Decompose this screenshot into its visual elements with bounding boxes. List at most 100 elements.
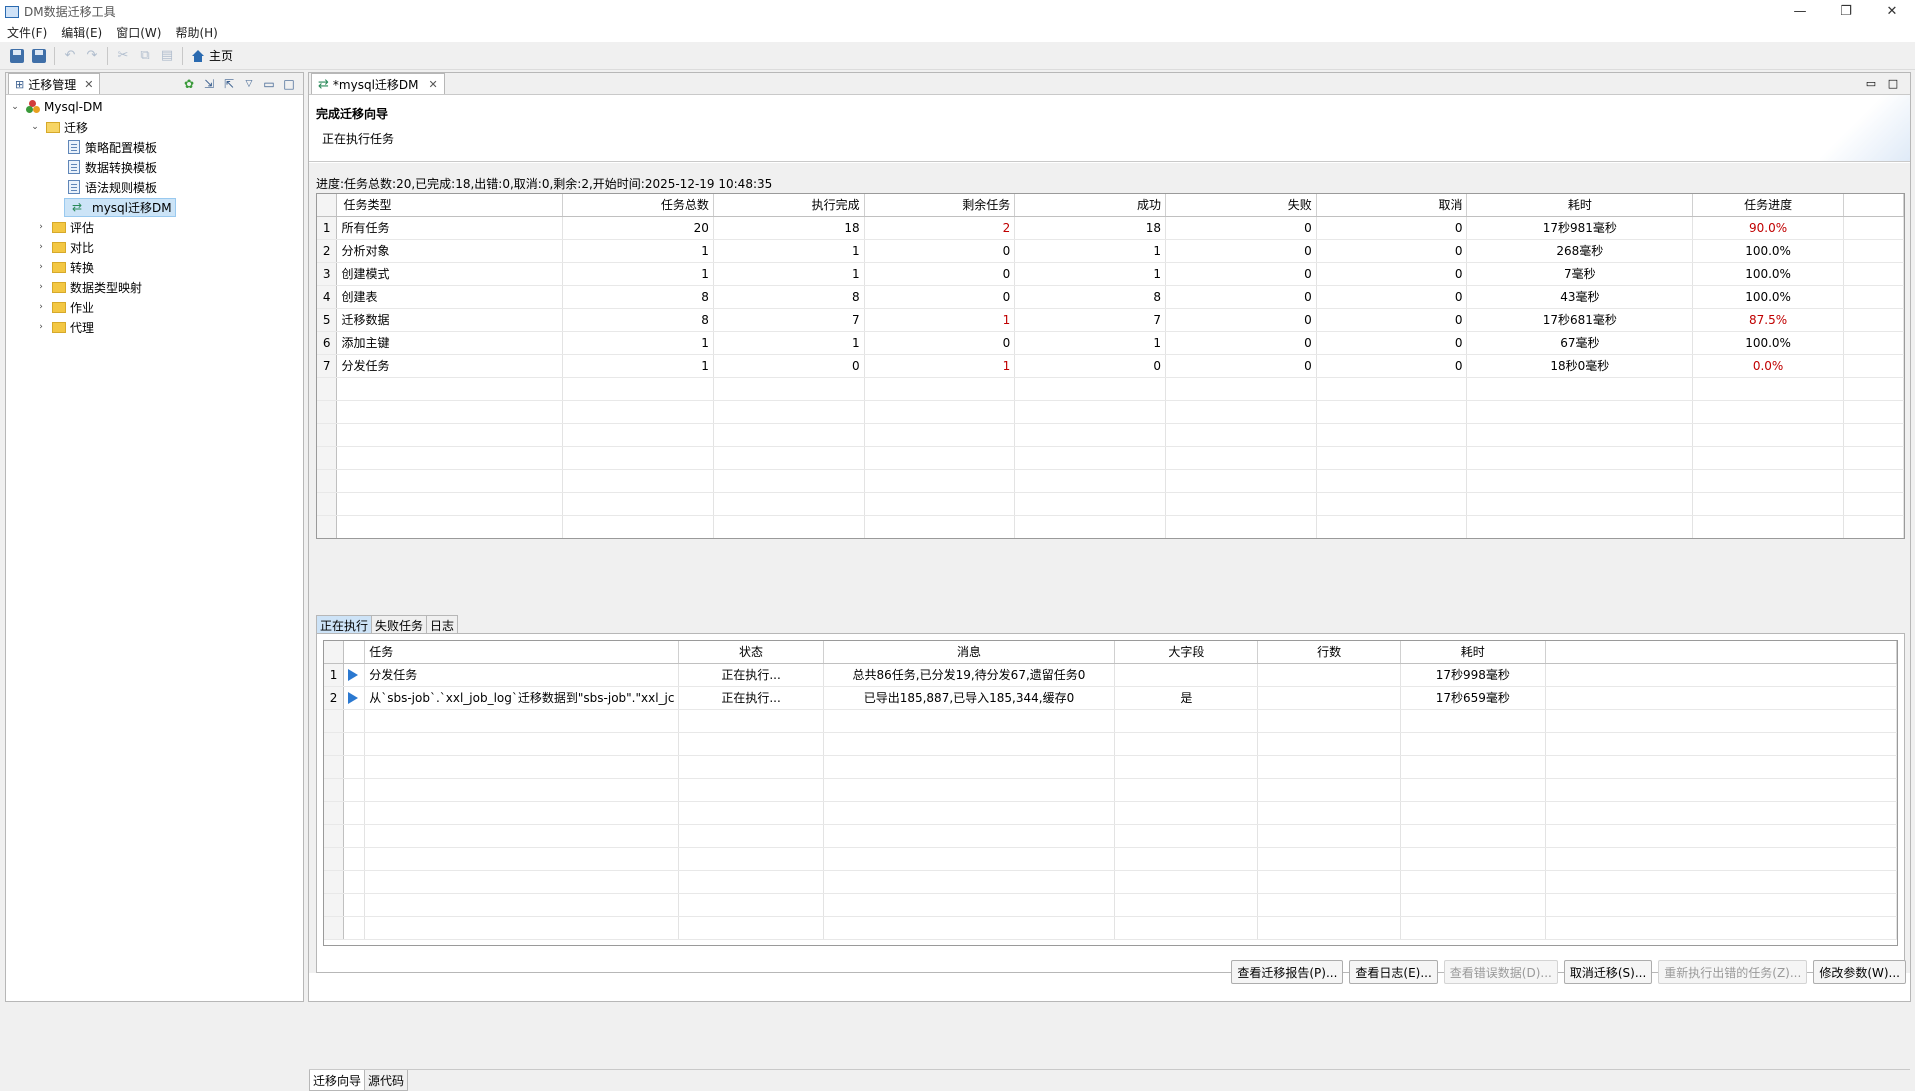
view-log-button[interactable]: 查看日志(E)... xyxy=(1349,960,1438,984)
empty-row xyxy=(324,824,1897,848)
menu-help[interactable]: 帮助(H) xyxy=(168,24,224,41)
new-project-icon[interactable]: ✿ xyxy=(179,75,199,93)
tree-node-jobs[interactable]: › 作业 xyxy=(6,297,303,317)
cancel-migration-button[interactable]: 取消迁移(S)... xyxy=(1563,960,1653,984)
column-header[interactable]: 执行完成 xyxy=(713,194,865,217)
paste-button[interactable]: ▤ xyxy=(156,45,178,67)
empty-cell xyxy=(823,916,1116,940)
play-icon xyxy=(348,692,359,704)
column-header[interactable]: 消息 xyxy=(823,641,1116,664)
empty-cell xyxy=(1114,824,1259,848)
cut-button[interactable]: ✂ xyxy=(112,45,134,67)
tab-failed-tasks[interactable]: 失败任务 xyxy=(371,615,428,635)
minimize-panel-icon[interactable]: ▭ xyxy=(259,75,279,93)
expand-icon[interactable]: › xyxy=(34,242,48,252)
modify-params-button[interactable]: 修改参数(W)... xyxy=(1813,960,1906,984)
redo-button[interactable]: ↷ xyxy=(81,45,103,67)
close-icon[interactable]: ✕ xyxy=(84,78,93,91)
close-button[interactable]: ✕ xyxy=(1869,0,1915,22)
menu-window[interactable]: 窗口(W) xyxy=(109,24,168,41)
tree-node-syntax-template[interactable]: 语法规则模板 xyxy=(6,177,303,197)
table-cell: 已导出185,887,已导入185,344,缓存0 xyxy=(823,686,1116,710)
tree-node-convert[interactable]: › 转换 xyxy=(6,257,303,277)
table-row[interactable]: 2 分析对象 1 1 0 1 0 0 268毫秒 100.0% xyxy=(317,239,1904,263)
menu-file[interactable]: 文件(F) xyxy=(0,24,54,41)
maximize-editor-icon[interactable]: □ xyxy=(1882,75,1904,91)
table-row[interactable]: 6 添加主键 1 1 0 1 0 0 67毫秒 100.0% xyxy=(317,331,1904,355)
empty-cell xyxy=(1843,492,1904,516)
table-row[interactable]: 7 分发任务 1 0 1 0 0 0 18秒0毫秒 0.0% xyxy=(317,354,1904,378)
copy-button[interactable]: ⧉ xyxy=(134,45,156,67)
empty-cell xyxy=(324,847,345,871)
view-error-data-button[interactable]: 查看错误数据(D)... xyxy=(1443,960,1558,984)
tab-migration-wizard[interactable]: 迁移向导 xyxy=(309,1070,366,1091)
column-header[interactable]: 耗时 xyxy=(1400,641,1546,664)
tree-node-type-mapping[interactable]: › 数据类型映射 xyxy=(6,277,303,297)
column-header[interactable]: 剩余任务 xyxy=(864,194,1016,217)
empty-cell xyxy=(823,732,1116,756)
empty-cell xyxy=(1692,423,1844,447)
empty-cell xyxy=(823,709,1116,733)
home-button[interactable]: 主页 xyxy=(187,47,237,64)
close-icon[interactable]: ✕ xyxy=(429,78,438,91)
column-header[interactable]: 任务总数 xyxy=(562,194,714,217)
summary-table[interactable]: 任务类型 任务总数 执行完成 剩余任务 成功 失败 取消 耗时 任务进度 1 所有… xyxy=(316,193,1905,539)
empty-cell xyxy=(1466,492,1694,516)
column-header[interactable]: 取消 xyxy=(1316,194,1468,217)
rerun-failed-button[interactable]: 重新执行出错的任务(Z)... xyxy=(1658,960,1808,984)
tree-node-mysql-migration[interactable]: ⇄ mysql迁移DM xyxy=(6,197,303,217)
tree-node-assess[interactable]: › 评估 xyxy=(6,217,303,237)
wizard-header: 完成迁移向导 正在执行任务 xyxy=(309,95,1910,162)
running-tasks-table[interactable]: 任务 状态 消息 大字段 行数 耗时 1 分发任务 正在执行... 总共86任务,已分… xyxy=(323,640,1898,946)
table-row[interactable]: 5 迁移数据 8 7 1 7 0 0 17秒681毫秒 87.5% xyxy=(317,308,1904,332)
expand-icon[interactable]: › xyxy=(34,222,48,232)
tree-node-transform-template[interactable]: 数据转换模板 xyxy=(6,157,303,177)
tree-node-agent[interactable]: › 代理 xyxy=(6,317,303,337)
column-header[interactable]: 任务进度 xyxy=(1692,194,1844,217)
expand-icon[interactable]: › xyxy=(34,262,48,272)
collapse-icon[interactable]: ⌄ xyxy=(28,122,42,132)
table-row[interactable]: 2 从`sbs-job`.`xxl_job_log`迁移数据到"sbs-job".… xyxy=(324,686,1897,710)
empty-cell xyxy=(678,847,824,871)
column-header[interactable]: 成功 xyxy=(1014,194,1167,217)
minimize-button[interactable]: — xyxy=(1777,0,1823,22)
import-icon[interactable]: ⇲ xyxy=(199,75,219,93)
column-header[interactable]: 耗时 xyxy=(1466,194,1694,217)
undo-button[interactable]: ↶ xyxy=(59,45,81,67)
restore-button[interactable]: ❐ xyxy=(1823,0,1869,22)
tree-node-root[interactable]: ⌄ Mysql-DM xyxy=(6,97,303,117)
tab-running[interactable]: 正在执行 xyxy=(316,615,373,635)
tree-node-strategy-template[interactable]: 策略配置模板 xyxy=(6,137,303,157)
table-row[interactable]: 1 分发任务 正在执行... 总共86任务,已分发19,待分发67,遗留任务0 17秒9… xyxy=(324,663,1897,687)
collapse-icon[interactable]: ⌄ xyxy=(8,102,22,112)
tab-log[interactable]: 日志 xyxy=(426,615,459,635)
tree-node-migrate[interactable]: ⌄ 迁移 xyxy=(6,117,303,137)
expand-icon[interactable]: › xyxy=(34,282,48,292)
column-header[interactable]: 状态 xyxy=(678,641,824,664)
tab-mysql-migration[interactable]: ⇄ *mysql迁移DM ✕ xyxy=(311,73,445,94)
table-row[interactable]: 3 创建模式 1 1 0 1 0 0 7毫秒 100.0% xyxy=(317,262,1904,286)
maximize-panel-icon[interactable]: □ xyxy=(279,75,299,93)
save-all-button[interactable] xyxy=(28,45,50,67)
export-icon[interactable]: ⇱ xyxy=(219,75,239,93)
expand-icon[interactable]: › xyxy=(34,302,48,312)
expand-icon[interactable]: › xyxy=(34,322,48,332)
save-button[interactable] xyxy=(6,45,28,67)
view-report-button[interactable]: 查看迁移报告(P)... xyxy=(1231,960,1344,984)
column-header[interactable]: 失败 xyxy=(1165,194,1317,217)
selected-tree-item[interactable]: ⇄ mysql迁移DM xyxy=(64,197,176,217)
minimize-editor-icon[interactable]: ▭ xyxy=(1860,75,1882,91)
menu-edit[interactable]: 编辑(E) xyxy=(54,24,109,41)
table-row[interactable]: 1 所有任务 20 18 2 18 0 0 17秒981毫秒 90.0% xyxy=(317,216,1904,240)
tab-source-code[interactable]: 源代码 xyxy=(364,1070,409,1091)
empty-cell xyxy=(1545,847,1897,871)
column-header[interactable]: 任务 xyxy=(364,641,680,664)
column-header[interactable]: 行数 xyxy=(1257,641,1402,664)
table-row[interactable]: 4 创建表 8 8 0 8 0 0 43毫秒 100.0% xyxy=(317,285,1904,309)
column-header[interactable]: 任务类型 xyxy=(336,194,564,217)
tab-migration-manager[interactable]: ⊞ 迁移管理 ✕ xyxy=(8,73,101,94)
view-menu-icon[interactable]: ▽ xyxy=(239,75,259,93)
column-header[interactable]: 大字段 xyxy=(1114,641,1259,664)
empty-cell xyxy=(1014,400,1167,424)
tree-node-compare[interactable]: › 对比 xyxy=(6,237,303,257)
